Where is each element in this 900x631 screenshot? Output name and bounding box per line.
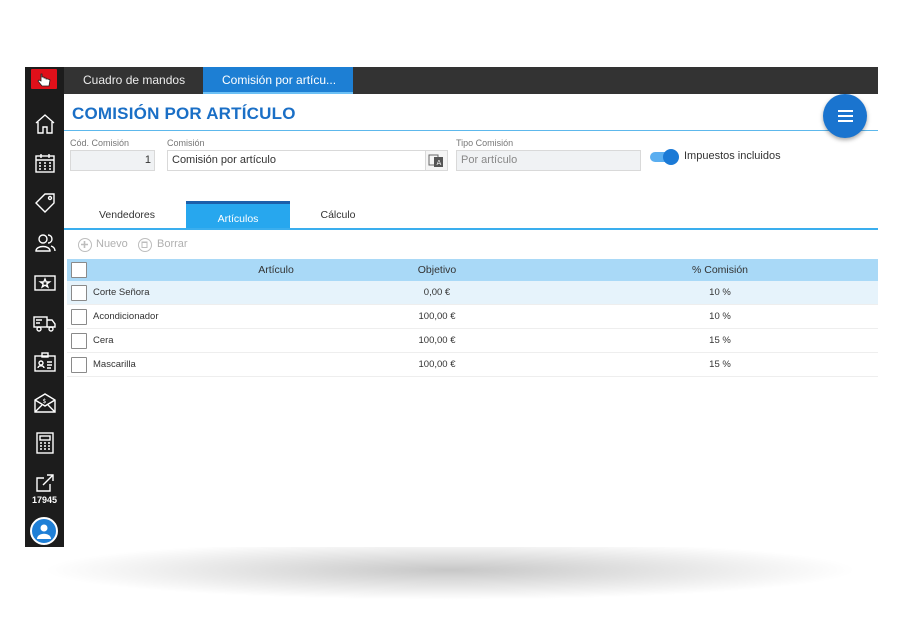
toggle-knob [663,149,679,165]
row-checkbox[interactable] [71,357,87,373]
table-row[interactable]: Mascarilla 100,00 € 15 % [67,353,878,377]
cell-comision: 10 % [709,311,731,322]
mail-money-icon[interactable]: $ [33,391,57,415]
sidebar: $ 17945 [25,67,64,547]
translate-icon: A [428,154,443,167]
cell-objetivo: 0,00 € [423,287,451,298]
subtab-divider [64,228,878,230]
row-checkbox[interactable] [71,333,87,349]
cell-articulo: Corte Señora [93,287,150,298]
cell-comision: 15 % [709,359,731,370]
header-objetivo[interactable]: Objetivo [387,259,487,281]
tax-included-toggle[interactable] [650,149,679,165]
name-field[interactable]: Comisión por artículo [167,150,426,171]
cell-objetivo: 100,00 € [418,311,456,322]
row-checkbox[interactable] [71,309,87,325]
truck-icon[interactable] [33,311,57,335]
cell-articulo: Acondicionador [93,311,159,322]
id-card-icon[interactable] [33,351,57,375]
type-field[interactable]: Por artículo [456,150,641,171]
delete-button[interactable]: Borrar [157,238,188,250]
cell-objetivo: 100,00 € [418,335,456,346]
menu-icon [838,110,853,112]
share-icon[interactable] [33,471,57,495]
header-comision[interactable]: % Comisión [637,259,803,281]
calculator-icon[interactable] [33,431,57,455]
page-title: COMISIÓN POR ARTÍCULO [72,104,296,123]
tab-calculo[interactable]: Cálculo [297,201,379,229]
users-icon[interactable] [33,231,57,255]
table-row[interactable]: Acondicionador 100,00 € 10 % [67,305,878,329]
menu-icon-line [838,115,853,117]
menu-icon-line [838,120,853,122]
user-avatar-icon[interactable] [30,517,58,545]
star-card-icon[interactable] [33,271,57,295]
top-tab-bar: Cuadro de mandos Comisión por artícu... [64,67,878,94]
tab-cuadro-de-mandos[interactable]: Cuadro de mandos [64,67,203,94]
brand-logo-icon[interactable] [31,69,57,89]
home-icon[interactable] [33,112,57,136]
calendar-icon[interactable] [33,151,57,175]
app-window: $ 17945 Cuadro de mandos Comisión por ar… [25,67,878,547]
cell-articulo: Mascarilla [93,359,136,370]
svg-text:A: A [437,159,442,167]
commission-table: Artículo Objetivo % Comisión Corte Señor… [67,259,878,377]
code-label: Cód. Comisión [70,138,130,148]
code-field[interactable]: 1 [70,150,155,171]
new-button[interactable]: Nuevo [96,238,128,250]
tax-included-label: Impuestos incluidos [684,150,781,162]
menu-fab-button[interactable] [823,94,867,138]
tab-articulos[interactable]: Artículos [186,201,290,229]
name-label: Comisión [167,138,205,148]
cell-comision: 15 % [709,335,731,346]
table-row[interactable]: Corte Señora 0,00 € 10 % [67,281,878,305]
notification-count: 17945 [31,495,58,505]
translate-button[interactable]: A [426,150,448,171]
title-divider [64,130,878,131]
tab-vendedores[interactable]: Vendedores [87,201,167,229]
app-shadow [40,540,860,600]
table-header: Artículo Objetivo % Comisión [67,259,878,281]
select-all-checkbox[interactable] [71,262,87,278]
tag-icon[interactable] [33,191,57,215]
tab-comision-por-articulo[interactable]: Comisión por artícu... [203,67,353,94]
svg-text:$: $ [43,398,47,405]
row-checkbox[interactable] [71,285,87,301]
type-label: Tipo Comisión [456,138,514,148]
cell-comision: 10 % [709,287,731,298]
cell-objetivo: 100,00 € [418,359,456,370]
cell-articulo: Cera [93,335,114,346]
add-icon[interactable] [78,238,92,252]
table-row[interactable]: Cera 100,00 € 15 % [67,329,878,353]
trash-icon[interactable] [138,238,152,252]
